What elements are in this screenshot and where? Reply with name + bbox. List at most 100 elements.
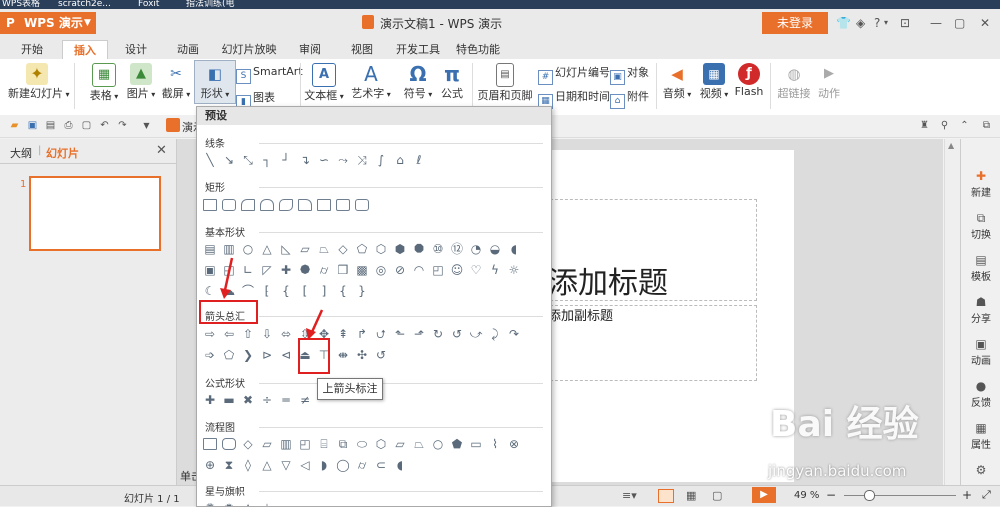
merge-icon[interactable]: ▽ bbox=[279, 458, 293, 472]
quad-arrow-callout-icon[interactable]: ✣ bbox=[355, 348, 369, 362]
multidocument-icon[interactable]: ⧉ bbox=[336, 437, 350, 451]
sidebar-item-new[interactable]: ✚ 新建 bbox=[961, 169, 1000, 199]
app-menu-button[interactable]: P WPS 演示 ▼ bbox=[0, 12, 96, 34]
attachment-button[interactable]: ⌂ 附件 bbox=[610, 88, 649, 109]
snip-same-side-rectangle-icon[interactable] bbox=[317, 199, 331, 211]
snip-diagonal-rectangle-icon[interactable] bbox=[279, 199, 293, 211]
star-4-icon[interactable]: ✦ bbox=[241, 501, 255, 506]
curved-arrow-connector-icon[interactable]: ⤳ bbox=[336, 153, 350, 167]
tab-insert[interactable]: 插入 bbox=[62, 40, 108, 60]
donut-icon[interactable]: ◎ bbox=[374, 263, 388, 277]
minus-icon[interactable]: ▬ bbox=[222, 393, 236, 407]
login-button[interactable]: 未登录 bbox=[762, 12, 828, 34]
flash-button[interactable]: ƒ Flash bbox=[734, 63, 764, 98]
print-preview-icon[interactable]: ▢ bbox=[80, 119, 93, 132]
sidebar-item-properties[interactable]: ▦ 属性 bbox=[961, 421, 1000, 451]
redo-icon[interactable]: ↷ bbox=[116, 119, 129, 132]
sorter-view-icon[interactable]: ▦ bbox=[686, 489, 696, 502]
stored-data-icon[interactable]: ◁ bbox=[298, 458, 312, 472]
tab-home[interactable]: 开始 bbox=[10, 40, 54, 59]
hexagon-icon[interactable]: ⬡ bbox=[374, 242, 388, 256]
tab-review[interactable]: 审阅 bbox=[288, 40, 332, 59]
video-button[interactable]: ▦ 视频 ▾ bbox=[696, 63, 732, 101]
u-turn-arrow-icon[interactable]: ⮍ bbox=[374, 327, 388, 341]
tab-features[interactable]: 特色功能 bbox=[452, 40, 504, 59]
curved-right-arrow-icon[interactable]: ↻ bbox=[431, 327, 445, 341]
align-icon[interactable]: ≡▾ bbox=[622, 489, 637, 502]
left-right-up-arrow-icon[interactable]: ⇞ bbox=[336, 327, 350, 341]
plus-icon[interactable]: ✚ bbox=[203, 393, 217, 407]
shirt-icon[interactable]: 👕 bbox=[836, 16, 851, 30]
punched-tape-icon[interactable]: ⌇ bbox=[488, 437, 502, 451]
predefined-process-icon[interactable]: ▥ bbox=[279, 437, 293, 451]
sort-icon[interactable]: ◊ bbox=[241, 458, 255, 472]
tab-slides[interactable]: 幻灯片 bbox=[46, 145, 79, 161]
minimize-icon[interactable]: — bbox=[930, 16, 942, 30]
or-icon[interactable]: ⊕ bbox=[203, 458, 217, 472]
elbow-connector-icon[interactable]: ┐ bbox=[260, 153, 274, 167]
decagon-icon[interactable]: ⑩ bbox=[431, 242, 445, 256]
extract-icon[interactable]: △ bbox=[260, 458, 274, 472]
curved-left-arrow-icon[interactable]: ↺ bbox=[450, 327, 464, 341]
close-icon[interactable]: ✕ bbox=[980, 16, 990, 30]
display-icon[interactable]: ◖ bbox=[393, 458, 407, 472]
bent-arrow-icon[interactable]: ↱ bbox=[355, 327, 369, 341]
zoom-slider[interactable] bbox=[844, 495, 956, 496]
round-same-side-rectangle-icon[interactable] bbox=[260, 199, 274, 211]
normal-view-icon[interactable] bbox=[658, 489, 674, 503]
dodecagon-icon[interactable]: ⑫ bbox=[450, 242, 464, 256]
vertical-scrollbar[interactable]: ▲ bbox=[944, 139, 960, 485]
export-pdf-icon[interactable]: ▤ bbox=[44, 119, 57, 132]
shape-button[interactable]: ◧ 形状 ▾ bbox=[194, 60, 236, 104]
zoom-out-icon[interactable]: − bbox=[826, 488, 836, 502]
elbow-arrow-connector-icon[interactable]: ┘ bbox=[279, 153, 293, 167]
open-folder-icon[interactable]: ▰ bbox=[8, 119, 21, 132]
circular-arrow-callout-icon[interactable]: ↺ bbox=[374, 348, 388, 362]
pie-icon[interactable]: ◔ bbox=[469, 242, 483, 256]
pentagon-arrow-icon[interactable]: ⬠ bbox=[222, 348, 236, 362]
explosion-icon[interactable]: ✺ bbox=[203, 501, 217, 506]
document-shape-icon[interactable]: ⌸ bbox=[317, 437, 331, 451]
summing-junction-icon[interactable]: ⊗ bbox=[507, 437, 521, 451]
tab-outline[interactable]: 大纲 bbox=[10, 145, 32, 161]
circular-arrow-icon[interactable]: ↷ bbox=[507, 327, 521, 341]
curved-up-arrow-icon[interactable]: ⤻ bbox=[469, 327, 483, 341]
smiley-face-icon[interactable]: ☺ bbox=[450, 263, 464, 277]
scroll-up-icon[interactable]: ▲ bbox=[948, 141, 954, 150]
curved-double-arrow-icon[interactable]: ⤨ bbox=[355, 153, 369, 167]
brush-icon[interactable]: ♜ bbox=[918, 119, 931, 132]
wordart-button[interactable]: A 艺术字 ▾ bbox=[350, 63, 392, 101]
teardrop-icon[interactable]: ◖ bbox=[507, 242, 521, 256]
right-brace-icon[interactable]: } bbox=[355, 284, 369, 298]
rounded-rectangle-icon[interactable] bbox=[222, 199, 236, 211]
scribble-icon[interactable]: ℓ bbox=[412, 153, 426, 167]
delay-icon[interactable]: ◗ bbox=[317, 458, 331, 472]
bent-up-arrow-icon[interactable]: ⬏ bbox=[412, 327, 426, 341]
left-up-arrow-icon[interactable]: ⬑ bbox=[393, 327, 407, 341]
round-single-corner-icon[interactable] bbox=[336, 199, 350, 211]
snip-corner-rectangle-icon[interactable] bbox=[298, 199, 312, 211]
chevron-shape-icon[interactable]: ❯ bbox=[241, 348, 255, 362]
data-icon[interactable]: ▱ bbox=[260, 437, 274, 451]
multiply-icon[interactable]: ✖ bbox=[241, 393, 255, 407]
manual-operation-icon[interactable]: ⏢ bbox=[412, 437, 426, 451]
smartart-button[interactable]: S SmartArt bbox=[236, 65, 303, 84]
equal-icon[interactable]: ═ bbox=[279, 393, 293, 407]
screenshot-button[interactable]: ✂ 截屏 ▾ bbox=[158, 63, 194, 101]
octagon-icon[interactable]: ⯃ bbox=[412, 242, 426, 256]
left-brace-icon[interactable]: { bbox=[336, 284, 350, 298]
arrow-line-shape-icon[interactable]: ↘ bbox=[222, 153, 236, 167]
print-icon[interactable]: ⎙ bbox=[62, 119, 75, 132]
table-button[interactable]: ▦ 表格 ▾ bbox=[84, 63, 124, 103]
slide-thumbnail[interactable] bbox=[29, 176, 161, 251]
close-icon[interactable]: ✕ bbox=[156, 143, 167, 158]
divide-icon[interactable]: ÷ bbox=[260, 393, 274, 407]
chevron-up-icon[interactable]: ⌃ bbox=[958, 119, 971, 132]
pentagon-icon[interactable]: ⬠ bbox=[355, 242, 369, 256]
line-shape-icon[interactable]: ╲ bbox=[203, 153, 217, 167]
chevron-down-icon[interactable]: ▼ bbox=[140, 119, 153, 132]
left-right-arrow-callout-icon[interactable]: ⇼ bbox=[336, 348, 350, 362]
reading-view-icon[interactable]: ▢ bbox=[712, 489, 722, 502]
sidebar-item-share[interactable]: ☗ 分享 bbox=[961, 295, 1000, 325]
new-slide-button[interactable]: ✦ 新建幻灯片 ▾ bbox=[8, 63, 70, 101]
